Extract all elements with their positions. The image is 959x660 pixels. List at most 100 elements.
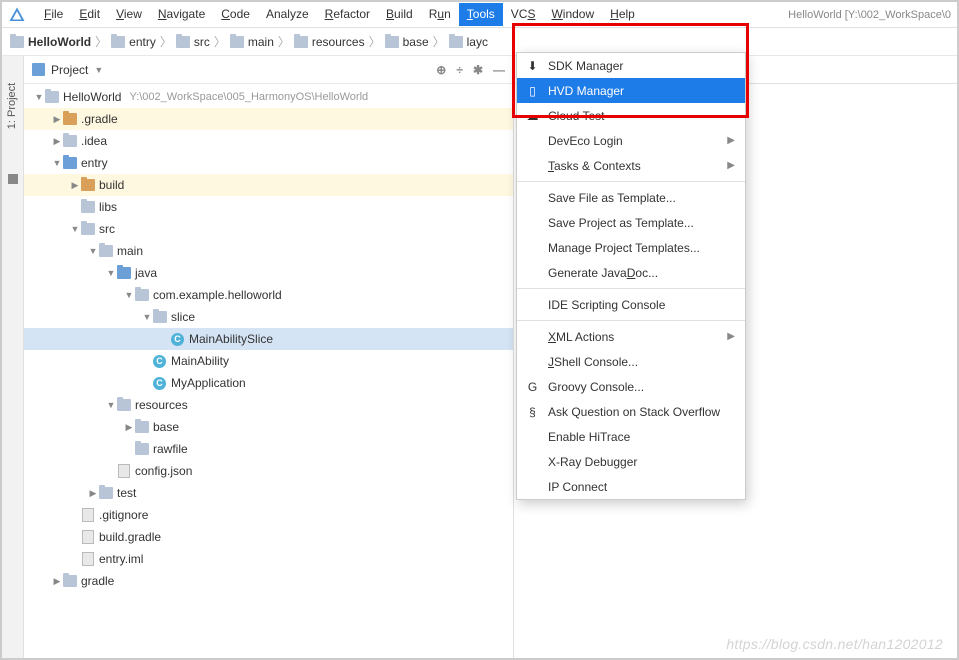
menu-item-deveco-login[interactable]: DevEco Login▶ — [517, 128, 745, 153]
menu-item-icon: ☁ — [525, 109, 540, 123]
tree-node-helloworld[interactable]: ▼HelloWorldY:\002_WorkSpace\005_HarmonyO… — [24, 86, 513, 108]
tree-node-entry[interactable]: ▼ entry — [24, 152, 513, 174]
tree-node-resources[interactable]: ▼resources — [24, 394, 513, 416]
menu-code[interactable]: Code — [213, 3, 258, 26]
menu-item-ask-question-on-stack-overflow[interactable]: §Ask Question on Stack Overflow — [517, 399, 745, 424]
tree-node-base[interactable]: ▶ base — [24, 416, 513, 438]
menu-navigate[interactable]: Navigate — [150, 3, 213, 26]
menu-help[interactable]: Help — [602, 3, 643, 26]
tree-arrow-icon[interactable]: ▶ — [124, 422, 134, 433]
breadcrumb-helloworld[interactable]: HelloWorld — [10, 35, 91, 49]
panel-header-icon[interactable]: ⊕ — [436, 63, 446, 77]
tree-arrow-icon[interactable]: ▼ — [106, 268, 116, 278]
tree-arrow-icon[interactable]: ▼ — [142, 312, 152, 322]
folder-icon — [99, 487, 113, 499]
tree-arrow-icon[interactable]: ▶ — [52, 136, 62, 147]
tree-node-entry-iml[interactable]: entry.iml — [24, 548, 513, 570]
tree-arrow-icon[interactable]: ▼ — [52, 158, 62, 168]
tree-node-build[interactable]: ▶ build — [24, 174, 513, 196]
menu-item-jshell-console---[interactable]: JShell Console... — [517, 349, 745, 374]
menu-item-xml-actions[interactable]: XML Actions▶ — [517, 324, 745, 349]
breadcrumb-main[interactable]: main — [230, 35, 274, 49]
menu-item-ip-connect[interactable]: IP Connect — [517, 474, 745, 499]
panel-header-icon[interactable]: ✱ — [473, 63, 483, 77]
menu-item-save-project-as-template---[interactable]: Save Project as Template... — [517, 210, 745, 235]
tree-node-main[interactable]: ▼main — [24, 240, 513, 262]
tree-arrow-icon[interactable]: ▼ — [88, 246, 98, 256]
menu-item-label: Tasks & Contexts — [548, 159, 641, 173]
menu-window[interactable]: Window — [543, 3, 602, 26]
menu-analyze[interactable]: Analyze — [258, 3, 317, 26]
dropdown-arrow-icon[interactable]: ▼ — [94, 65, 103, 75]
tree-arrow-icon[interactable]: ▼ — [106, 400, 116, 410]
menu-view[interactable]: View — [108, 3, 150, 26]
project-view-icon — [32, 63, 45, 76]
menu-item-generate-javadoc---[interactable]: Generate JavaDoc... — [517, 260, 745, 285]
tree-node--gitignore[interactable]: .gitignore — [24, 504, 513, 526]
menu-item-tasks---contexts[interactable]: Tasks & Contexts▶ — [517, 153, 745, 178]
panel-header-icon[interactable]: — — [493, 63, 505, 77]
tree-arrow-icon[interactable]: ▼ — [124, 290, 134, 300]
breadcrumb-base[interactable]: base — [385, 35, 429, 49]
tree-arrow-icon[interactable]: ▶ — [52, 576, 62, 587]
breadcrumb-src[interactable]: src — [176, 35, 210, 49]
project-panel-header: Project ▼ ⊕ ÷ ✱ — — [24, 56, 513, 84]
tree-node-myapplication[interactable]: CMyApplication — [24, 372, 513, 394]
breadcrumb-label: src — [194, 35, 210, 49]
menu-item-enable-hitrace[interactable]: Enable HiTrace — [517, 424, 745, 449]
tree-label: entry — [81, 156, 108, 170]
tree-label: java — [135, 266, 157, 280]
tree-node--idea[interactable]: ▶.idea — [24, 130, 513, 152]
tree-arrow-icon[interactable]: ▶ — [52, 114, 62, 125]
tree-node-java[interactable]: ▼ java — [24, 262, 513, 284]
menu-tools[interactable]: Tools — [459, 3, 503, 26]
panel-header-icon[interactable]: ÷ — [456, 63, 463, 77]
menu-item-hvd-manager[interactable]: ▯HVD Manager — [517, 78, 745, 103]
menu-item-label: Manage Project Templates... — [548, 241, 700, 255]
menu-build[interactable]: Build — [378, 3, 421, 26]
tree-node-config-json[interactable]: config.json — [24, 460, 513, 482]
menu-file[interactable]: File — [36, 3, 71, 26]
tree-arrow-icon[interactable]: ▼ — [70, 224, 80, 234]
tree-node-rawfile[interactable]: rawfile — [24, 438, 513, 460]
menu-item-x-ray-debugger[interactable]: X-Ray Debugger — [517, 449, 745, 474]
menu-item-manage-project-templates---[interactable]: Manage Project Templates... — [517, 235, 745, 260]
project-tree[interactable]: ▼HelloWorldY:\002_WorkSpace\005_HarmonyO… — [24, 84, 513, 658]
folder-icon — [63, 575, 77, 587]
menu-item-sdk-manager[interactable]: ⬇SDK Manager — [517, 53, 745, 78]
menu-item-ide-scripting-console[interactable]: IDE Scripting Console — [517, 292, 745, 317]
tree-node-mainability[interactable]: CMainAbility — [24, 350, 513, 372]
menu-run[interactable]: Run — [421, 3, 459, 26]
menu-item-groovy-console---[interactable]: GGroovy Console... — [517, 374, 745, 399]
menu-refactor[interactable]: Refactor — [317, 3, 378, 26]
tree-arrow-icon[interactable]: ▼ — [34, 92, 44, 102]
tree-node-src[interactable]: ▼src — [24, 218, 513, 240]
tree-node-gradle[interactable]: ▶gradle — [24, 570, 513, 592]
file-icon — [118, 464, 130, 478]
breadcrumb-label: entry — [129, 35, 156, 49]
tree-label: MainAbilitySlice — [189, 332, 273, 346]
tree-label: base — [153, 420, 179, 434]
project-dropdown[interactable]: Project — [51, 63, 88, 77]
tree-label: build — [99, 178, 124, 192]
menu-edit[interactable]: Edit — [71, 3, 108, 26]
tree-node-build-gradle[interactable]: build.gradle — [24, 526, 513, 548]
folder-icon — [63, 135, 77, 147]
breadcrumb-separator: 〉 — [160, 33, 172, 50]
breadcrumb-entry[interactable]: entry — [111, 35, 156, 49]
tree-node-test[interactable]: ▶test — [24, 482, 513, 504]
tree-arrow-icon[interactable]: ▶ — [70, 180, 80, 191]
tree-arrow-icon[interactable]: ▶ — [88, 488, 98, 499]
tree-node--gradle[interactable]: ▶.gradle — [24, 108, 513, 130]
menu-item-save-file-as-template---[interactable]: Save File as Template... — [517, 185, 745, 210]
tree-node-mainabilityslice[interactable]: CMainAbilitySlice — [24, 328, 513, 350]
tree-node-slice[interactable]: ▼slice — [24, 306, 513, 328]
breadcrumb-layc[interactable]: layc — [449, 35, 488, 49]
menu-vcs[interactable]: VCS — [503, 3, 544, 26]
project-tool-tab[interactable]: 1: Project — [7, 83, 19, 129]
menu-item-cloud-test[interactable]: ☁Cloud Test — [517, 103, 745, 128]
breadcrumb-resources[interactable]: resources — [294, 35, 365, 49]
left-gutter[interactable]: 1: Project — [2, 56, 24, 658]
tree-node-com-example-helloworld[interactable]: ▼com.example.helloworld — [24, 284, 513, 306]
tree-node-libs[interactable]: libs — [24, 196, 513, 218]
